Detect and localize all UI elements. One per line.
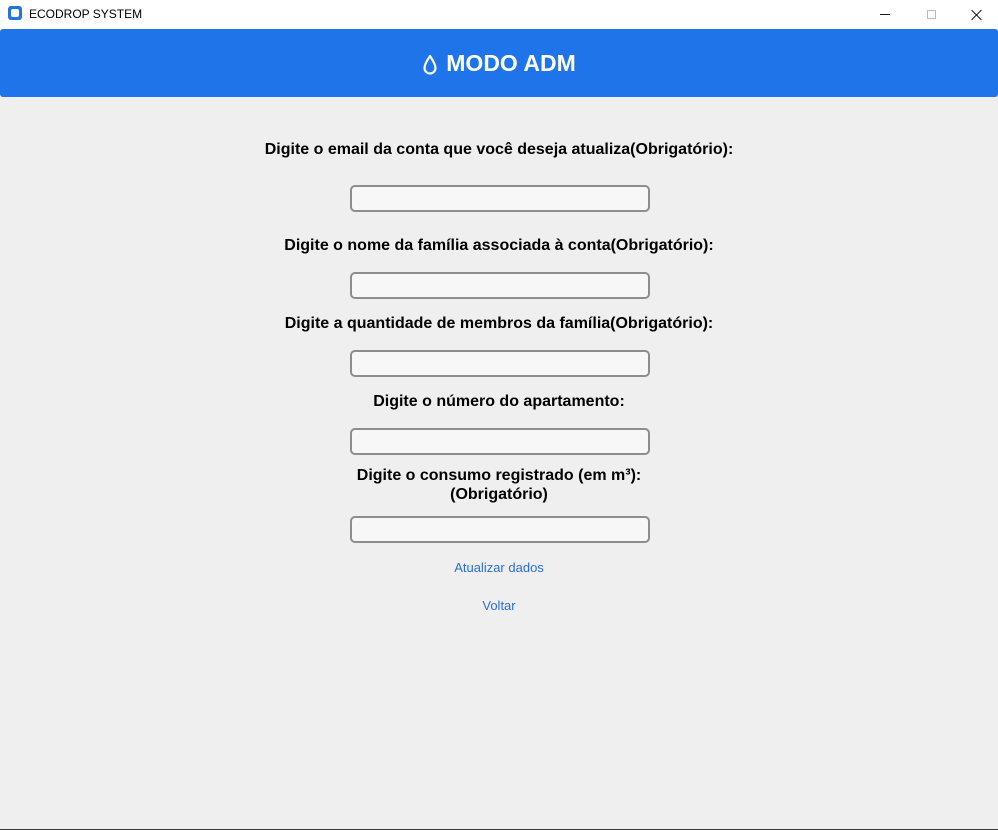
close-button[interactable] (954, 0, 998, 29)
members-field[interactable] (350, 350, 650, 377)
header-content: MODO ADM (422, 49, 576, 77)
maximize-icon (926, 10, 936, 19)
minimize-button[interactable] (862, 0, 908, 29)
update-data-link-row: Atualizar dados (0, 560, 998, 576)
email-field[interactable] (350, 185, 650, 212)
apartment-label: Digite o número do apartamento: (373, 393, 625, 410)
consumption-field[interactable] (350, 516, 650, 543)
family-name-field[interactable] (350, 272, 650, 299)
back-link-row: Voltar (0, 598, 998, 614)
title-bar: ECODROP SYSTEM (0, 0, 998, 29)
family-name-label: Digite o nome da família associada à con… (284, 237, 714, 254)
members-label: Digite a quantidade de membros da famíli… (284, 315, 714, 332)
consumption-label: Digite o consumo registrado (em m³): (356, 467, 642, 484)
maximize-button[interactable] (908, 0, 954, 29)
minimize-icon (880, 14, 890, 15)
consumption-required-label: (Obrigatório) (450, 486, 548, 503)
window-title: ECODROP SYSTEM (29, 7, 143, 21)
close-icon (971, 9, 983, 21)
app-icon (8, 6, 22, 20)
apartment-field[interactable] (350, 428, 650, 455)
back-button[interactable]: Voltar (482, 598, 515, 613)
page-title: MODO ADM (446, 49, 576, 76)
water-drop-icon (423, 54, 437, 75)
header-banner: MODO ADM (0, 29, 998, 97)
email-label: Digite o email da conta que você deseja … (264, 141, 734, 158)
update-data-button[interactable]: Atualizar dados (454, 560, 544, 575)
app-window: ECODROP SYSTEM MODO ADM Digite o email d… (0, 0, 998, 830)
